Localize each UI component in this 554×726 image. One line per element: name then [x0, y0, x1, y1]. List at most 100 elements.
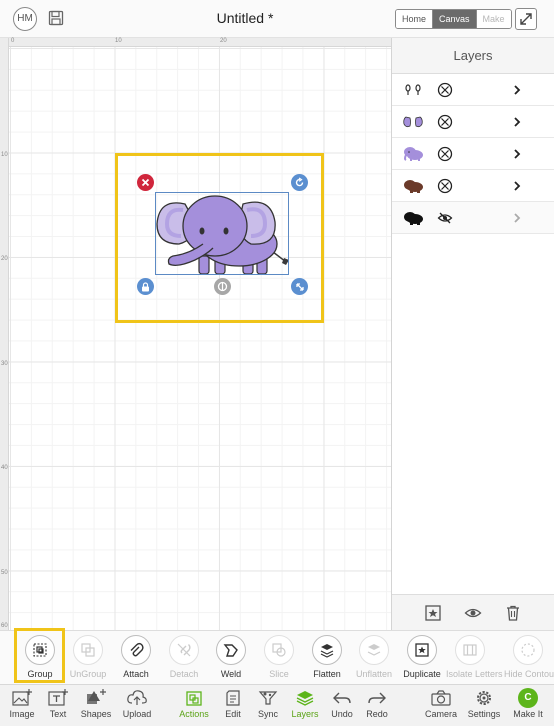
layers-panel-title: Layers: [392, 38, 554, 74]
attach-layer-icon[interactable]: [424, 604, 442, 622]
elephant-outline-thumbnail: [404, 180, 423, 193]
visibility-icon[interactable]: [437, 114, 453, 130]
unflatten-button: Unflatten: [350, 635, 398, 679]
visibility-icon[interactable]: [437, 146, 453, 162]
ungroup-icon: [81, 643, 95, 657]
layers-panel: Layers: [391, 38, 554, 630]
ruler-label: 10: [1, 152, 8, 158]
expand-icon: [520, 13, 532, 25]
bottom-nav: Image Text Shapes Upload Actions Edit Sy…: [0, 684, 554, 726]
nav-shapes[interactable]: Shapes: [74, 688, 118, 719]
nav-actions[interactable]: Actions: [172, 688, 216, 719]
make-it-button[interactable]: C Make It: [506, 688, 550, 719]
layers-panel-footer: [392, 594, 554, 630]
resize-handle[interactable]: [291, 278, 308, 295]
slice-icon: [272, 643, 286, 657]
chevron-right-icon[interactable]: [510, 179, 524, 193]
detach-icon: [177, 643, 191, 657]
isolate-letters-icon: [463, 644, 477, 656]
hide-contour-label: Hide Contour: [504, 669, 554, 679]
duplicate-label: Duplicate: [403, 669, 441, 679]
nav-camera[interactable]: Camera: [419, 688, 463, 719]
ungroup-button: UnGroup: [64, 635, 112, 679]
view-switcher: Home Canvas Make: [395, 9, 512, 29]
ruler-label: 60: [1, 623, 8, 629]
upload-icon: [127, 690, 147, 705]
ruler-label: 40: [1, 465, 8, 471]
elephant-body-thumbnail: [404, 147, 423, 161]
paperclip-icon: [130, 642, 144, 657]
weld-label: Weld: [220, 669, 242, 679]
group-button-highlight: [14, 628, 65, 683]
chevron-right-icon[interactable]: [510, 211, 524, 225]
nav-upload-label: Upload: [122, 709, 152, 719]
design-canvas[interactable]: [9, 47, 391, 630]
layer-row[interactable]: [392, 74, 554, 106]
sync-icon: [258, 691, 278, 705]
isolate-letters-button: Isolate Letters: [446, 635, 503, 679]
nav-actions-label: Actions: [179, 709, 209, 719]
ungroup-label: UnGroup: [69, 669, 107, 679]
hide-contour-button: Hide Contour: [504, 635, 554, 679]
contour-icon: [521, 643, 535, 657]
duplicate-button[interactable]: Duplicate: [398, 635, 446, 679]
delete-handle[interactable]: [137, 174, 154, 191]
visibility-icon[interactable]: [437, 178, 453, 194]
lock-icon: [142, 281, 149, 291]
fullscreen-button[interactable]: [515, 8, 537, 30]
duplicate-icon: [415, 643, 429, 657]
detach-label: Detach: [169, 669, 199, 679]
eye-icon[interactable]: [464, 604, 482, 622]
ruler-label: 30: [1, 361, 8, 367]
nav-settings[interactable]: Settings: [462, 688, 506, 719]
elephant-ears-thumbnail: [403, 116, 423, 128]
nav-redo[interactable]: Redo: [355, 688, 399, 719]
camera-icon: [431, 690, 451, 706]
unflatten-label: Unflatten: [355, 669, 393, 679]
elephant-shadow-thumbnail: [404, 212, 423, 225]
chevron-right-icon[interactable]: [510, 83, 524, 97]
close-icon: [141, 178, 150, 187]
chevron-right-icon[interactable]: [510, 147, 524, 161]
actions-icon: [186, 691, 202, 706]
gear-icon: [477, 691, 491, 705]
layer-row[interactable]: [392, 202, 554, 234]
duplicate-handle[interactable]: [214, 278, 231, 295]
flatten-button[interactable]: Flatten: [303, 635, 351, 679]
nav-settings-label: Settings: [467, 709, 501, 719]
attach-button[interactable]: Attach: [112, 635, 160, 679]
selection-bounding-box[interactable]: [155, 192, 289, 275]
tab-canvas[interactable]: Canvas: [433, 10, 477, 28]
nav-camera-label: Camera: [424, 709, 457, 719]
nav-shapes-label: Shapes: [80, 709, 112, 719]
attach-label: Attach: [123, 669, 149, 679]
layer-row[interactable]: [392, 138, 554, 170]
ruler-label: 20: [1, 256, 8, 262]
make-it-badge: C: [518, 688, 538, 708]
undo-icon: [333, 692, 351, 704]
unflatten-icon: [367, 644, 381, 656]
nav-make-it-label: Make It: [513, 709, 543, 719]
isolate-letters-label: Isolate Letters: [446, 669, 503, 679]
hidden-eye-icon[interactable]: [437, 210, 453, 226]
weld-icon: [223, 644, 238, 657]
shapes-icon: [87, 689, 106, 704]
rotate-handle[interactable]: [291, 174, 308, 191]
nav-redo-label: Redo: [366, 709, 388, 719]
lock-handle[interactable]: [137, 278, 154, 295]
nav-upload[interactable]: Upload: [115, 688, 159, 719]
chevron-right-icon[interactable]: [510, 115, 524, 129]
detach-button: Detach: [160, 635, 208, 679]
slice-label: Slice: [269, 669, 289, 679]
weld-button[interactable]: Weld: [207, 635, 255, 679]
redo-icon: [368, 692, 386, 704]
slice-button: Slice: [255, 635, 303, 679]
visibility-icon[interactable]: [437, 82, 453, 98]
tab-home[interactable]: Home: [396, 10, 434, 28]
trash-icon[interactable]: [504, 604, 522, 622]
layer-row[interactable]: [392, 106, 554, 138]
ruler-label: 20: [220, 38, 227, 44]
top-bar: HM Untitled * Home Canvas Make: [0, 0, 554, 38]
rotate-icon: [295, 177, 304, 187]
layer-row[interactable]: [392, 170, 554, 202]
